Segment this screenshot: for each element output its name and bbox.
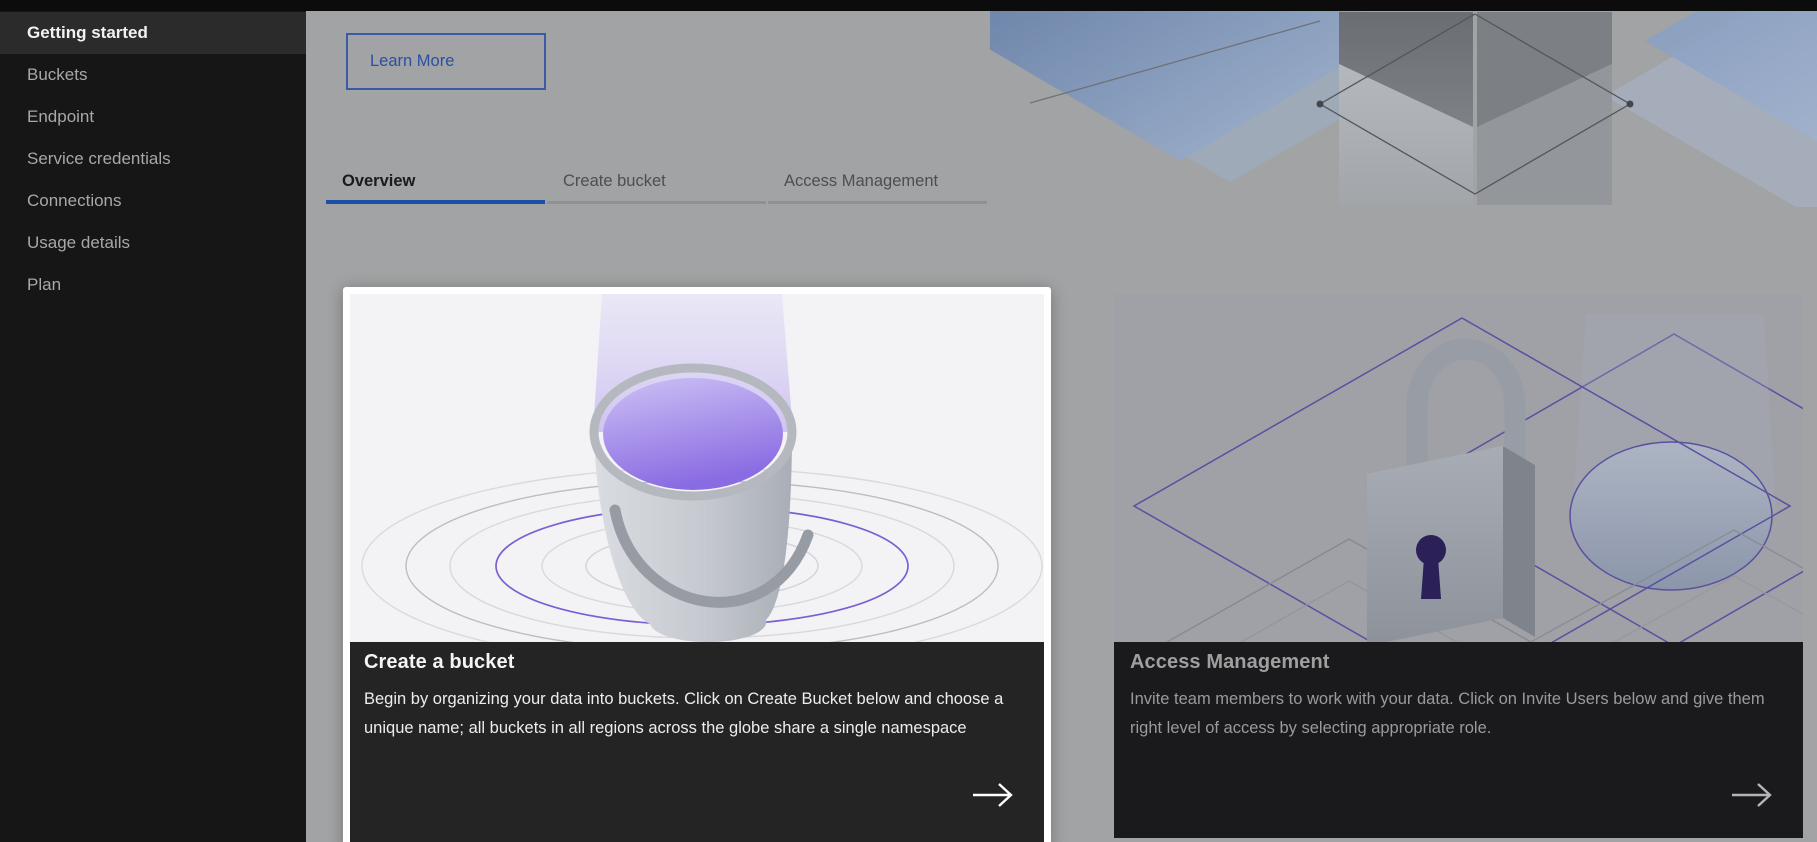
- sidebar-item-usage-details[interactable]: Usage details: [0, 222, 306, 264]
- access-management-card-panel: Access Management Invite team members to…: [1114, 642, 1803, 838]
- create-bucket-card-description: Begin by organizing your data into bucke…: [364, 685, 1009, 743]
- create-bucket-card[interactable]: Create a bucket Begin by organizing your…: [343, 287, 1051, 842]
- tab-create-bucket[interactable]: Create bucket: [547, 160, 766, 204]
- create-bucket-card-title: Create a bucket: [364, 651, 1024, 674]
- access-management-card-description: Invite team members to work with your da…: [1130, 685, 1783, 743]
- cubes-illustration: [990, 11, 1817, 207]
- tab-overview[interactable]: Overview: [326, 160, 545, 204]
- tab-bar: Overview Create bucket Access Management: [326, 160, 989, 204]
- sidebar-item-plan[interactable]: Plan: [0, 264, 306, 306]
- learn-more-button[interactable]: Learn More: [346, 33, 546, 90]
- bucket-illustration: [350, 294, 1044, 642]
- padlock-illustration: [1114, 294, 1803, 642]
- sidebar-item-buckets[interactable]: Buckets: [0, 54, 306, 96]
- arrow-right-icon[interactable]: [970, 780, 1016, 810]
- sidebar-item-connections[interactable]: Connections: [0, 180, 306, 222]
- sidebar-item-service-credentials[interactable]: Service credentials: [0, 138, 306, 180]
- sidebar-item-endpoint[interactable]: Endpoint: [0, 96, 306, 138]
- access-management-card-title: Access Management: [1130, 651, 1783, 674]
- sidebar-item-getting-started[interactable]: Getting started: [0, 12, 306, 54]
- sidebar: Getting started Buckets Endpoint Service…: [0, 11, 306, 842]
- arrow-right-icon[interactable]: [1729, 780, 1775, 810]
- top-bar: [0, 0, 1817, 11]
- create-bucket-card-panel: Create a bucket Begin by organizing your…: [350, 642, 1044, 842]
- tab-access-management[interactable]: Access Management: [768, 160, 987, 204]
- access-management-card[interactable]: Access Management Invite team members to…: [1114, 294, 1803, 838]
